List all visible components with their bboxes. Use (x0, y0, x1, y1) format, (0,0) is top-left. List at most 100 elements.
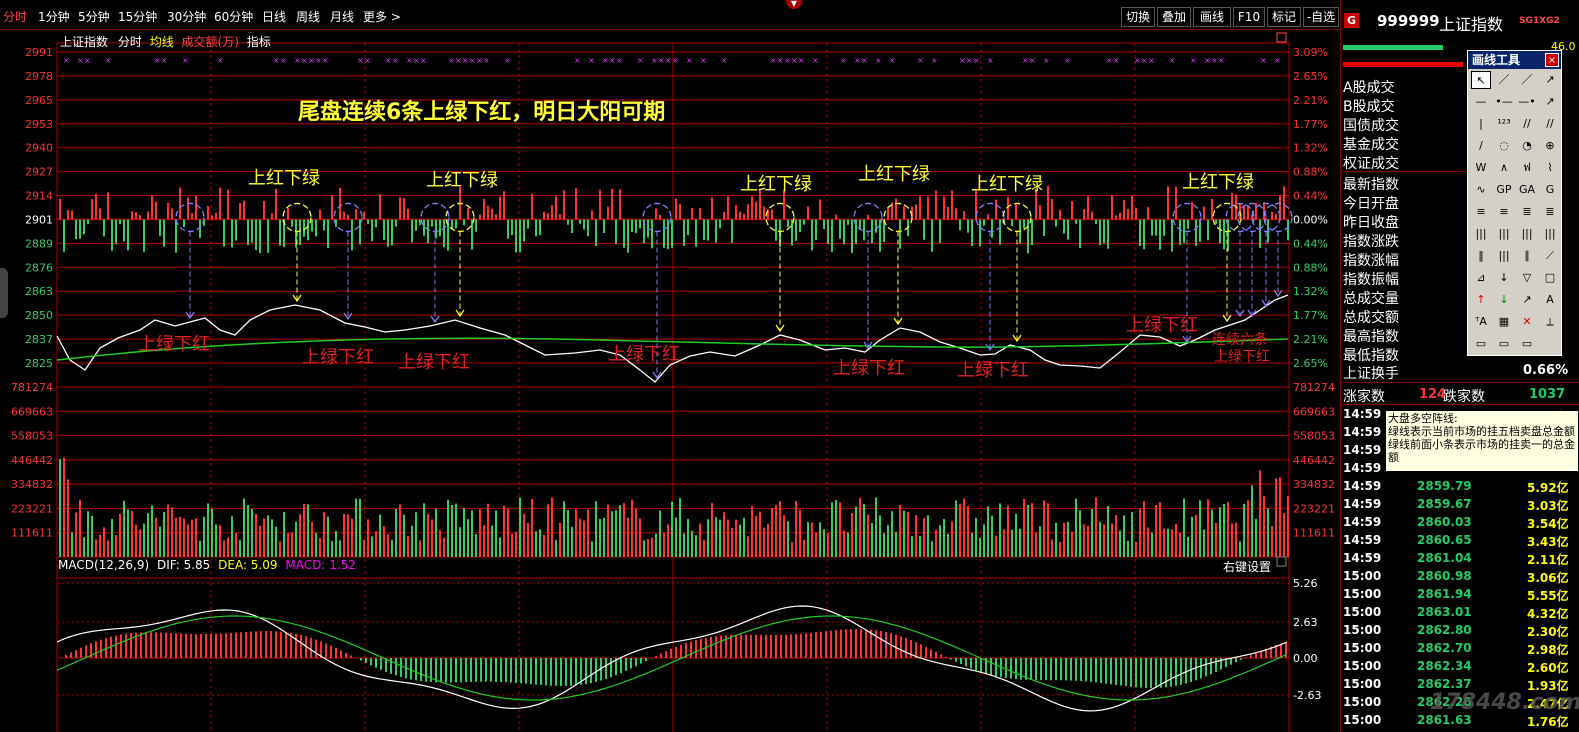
drawing-tool-icon[interactable]: □ (1540, 269, 1560, 287)
left-handle-icon[interactable] (0, 268, 8, 318)
drawing-tool-icon[interactable]: ||| (1471, 225, 1491, 243)
indicator-label[interactable]: 指标 (247, 35, 271, 49)
drawing-tool-icon[interactable]: ∧ (1494, 159, 1514, 177)
drawing-tool-icon[interactable]: ◔ (1517, 137, 1537, 155)
signal-marker: × (154, 56, 161, 65)
drawing-tool-icon[interactable]: ↗ (1540, 93, 1560, 111)
drawing-tool-icon[interactable]: ✕ (1517, 313, 1537, 331)
period-tab[interactable]: 1分钟 (38, 8, 70, 25)
drawing-tool-icon[interactable]: ⊕ (1540, 137, 1560, 155)
period-tab[interactable]: 5分钟 (78, 8, 110, 25)
signal-marker: × (840, 56, 847, 65)
drawing-tool-icon[interactable]: ≡ (1494, 203, 1514, 221)
signal-marker: × (1260, 56, 1267, 65)
red-top-green-bottom-label: 上红下绿 (971, 174, 1043, 195)
drawing-tool-icon[interactable]: ↓ (1494, 269, 1514, 287)
drawing-tool-icon[interactable]: ▦ (1494, 313, 1514, 331)
drawing-tool-icon[interactable]: ≣ (1517, 203, 1537, 221)
macd-title[interactable]: MACD(12,26,9) (58, 558, 149, 572)
quote-field-label: 总成交额 (1343, 310, 1399, 326)
drawing-tool-icon[interactable]: ▭ (1517, 335, 1537, 353)
pct-tick-label: 0.88% (1293, 261, 1328, 274)
macd-settings[interactable]: 右键设置 (1223, 558, 1271, 575)
drawing-tool-icon[interactable]: W (1471, 159, 1491, 177)
drawing-tool-icon[interactable]: — (1471, 93, 1491, 111)
drawing-tool-icon[interactable]: ⌇ (1540, 159, 1560, 177)
drawing-tool-icon[interactable]: ᵀA (1471, 313, 1491, 331)
view-mode[interactable]: 分时 (118, 35, 142, 49)
toolbar-button[interactable]: 叠加 (1157, 7, 1191, 27)
drawing-tool-icon[interactable]: // (1517, 115, 1537, 133)
drawing-tool-icon[interactable]: ／ (1517, 71, 1537, 89)
drawing-tool-icon[interactable]: ฟ (1517, 159, 1537, 177)
signal-marker: × (889, 56, 896, 65)
tick-amount: 5.92亿 (1527, 481, 1569, 495)
drawing-tool-icon[interactable]: ↖ (1471, 71, 1491, 89)
drawing-tool-icon[interactable]: ≡ (1471, 203, 1491, 221)
drawing-tool-icon[interactable] (1540, 335, 1560, 353)
period-tab[interactable]: 分时 (3, 8, 27, 25)
drawing-tool-icon[interactable]: / (1471, 137, 1491, 155)
drawing-tool-icon[interactable]: A (1540, 291, 1560, 309)
drawing-tool-icon[interactable]: G (1540, 181, 1560, 199)
green-top-red-bottom-label: 上绿下红 (608, 344, 680, 365)
period-tab[interactable]: 60分钟 (214, 8, 253, 25)
volume-tick-label: 334832 (1293, 478, 1335, 491)
toolbar-button[interactable]: 切换 (1121, 7, 1155, 27)
drawing-tool-icon[interactable]: GA (1517, 181, 1537, 199)
drawing-tool-icon[interactable]: ‖ (1471, 247, 1491, 265)
toolbar-button[interactable]: -自选 (1303, 7, 1339, 27)
period-tab[interactable]: 周线 (296, 8, 320, 25)
drawing-tool-icon[interactable]: ≣ (1540, 203, 1560, 221)
drawing-tool-icon[interactable]: ↗ (1517, 291, 1537, 309)
drawing-tool-icon[interactable]: ⟋ (1540, 247, 1560, 265)
drawing-tool-icon[interactable]: ◌ (1494, 137, 1514, 155)
period-tab[interactable]: 日线 (262, 8, 286, 25)
drawing-tool-icon[interactable]: ||| (1517, 225, 1537, 243)
volume-tick-label: 446442 (11, 454, 53, 467)
avg-line-label[interactable]: 均线 (150, 35, 174, 49)
drawing-tool-icon[interactable]: ||| (1494, 225, 1514, 243)
close-icon[interactable]: × (1545, 53, 1559, 67)
period-tab[interactable]: 30分钟 (167, 8, 206, 25)
period-tab[interactable]: 月线 (330, 8, 354, 25)
signal-marker: × (1274, 56, 1281, 65)
drawing-tool-icon[interactable]: ▭ (1494, 335, 1514, 353)
drawing-tool-icon[interactable]: ▭ (1471, 335, 1491, 353)
signal-marker: × (469, 56, 476, 65)
drawing-tool-icon[interactable]: ／ (1494, 71, 1514, 89)
drawing-tool-icon[interactable]: ||| (1494, 247, 1514, 265)
toolbar-button[interactable]: 画线 (1193, 7, 1231, 27)
drawing-tool-icon[interactable]: ↑ (1471, 291, 1491, 309)
drawing-tool-icon[interactable]: | (1471, 115, 1491, 133)
period-tab[interactable]: 更多 > (363, 8, 401, 25)
macd-tick-label: 2.63 (1293, 616, 1318, 629)
quote-tag[interactable]: SG1XG2 (1519, 16, 1560, 26)
drawing-tool-icon[interactable]: —• (1517, 93, 1537, 111)
drawing-tools-window[interactable]: 画线工具 × ↖ ／／ ↗ — •— —• ↗ | ¹²³///// ◌ ◔ ⊕ W ∧ ฟ ⌇ ∿ GP GA G ≡… (1467, 50, 1562, 356)
drawing-tool-icon[interactable]: ↓ (1494, 291, 1514, 309)
drawing-tool-icon[interactable]: ⟂ (1540, 313, 1560, 331)
panel-close-icon[interactable] (1276, 556, 1287, 567)
period-tab[interactable]: 15分钟 (118, 8, 157, 25)
strength-bar-red (1343, 62, 1463, 67)
maximize-icon[interactable] (1276, 32, 1287, 43)
drawing-tool-icon[interactable]: ||| (1540, 225, 1560, 243)
drawing-tool-icon[interactable]: ⊿ (1471, 269, 1491, 287)
quote-field-label: 基金成交 (1343, 137, 1399, 153)
signal-marker: × (483, 56, 490, 65)
macd-tick-label: 0.00 (1293, 652, 1318, 665)
drawing-tool-icon[interactable]: ∿ (1471, 181, 1491, 199)
drawing-tool-icon[interactable]: ↗ (1540, 71, 1560, 89)
drawing-tool-icon[interactable]: ∥ (1517, 247, 1537, 265)
drawing-tool-icon[interactable]: GP (1494, 181, 1514, 199)
toolbar-button[interactable]: F10 (1233, 7, 1265, 27)
drawing-tool-icon[interactable]: •— (1494, 93, 1514, 111)
drawing-tool-icon[interactable]: ▽ (1517, 269, 1537, 287)
drawing-tool-icon[interactable]: ¹²³ (1494, 115, 1514, 133)
volume-tick-label: 446442 (1293, 454, 1335, 467)
toolbar-button[interactable]: 标记 (1267, 7, 1301, 27)
volume-label[interactable]: 成交额(万) (182, 35, 239, 49)
drawing-tool-icon[interactable]: // (1540, 115, 1560, 133)
chart-area[interactable]: 2991 3.09% 2978 2.65% 2965 2.21% 2953 1.77% 2940… (0, 30, 1340, 732)
